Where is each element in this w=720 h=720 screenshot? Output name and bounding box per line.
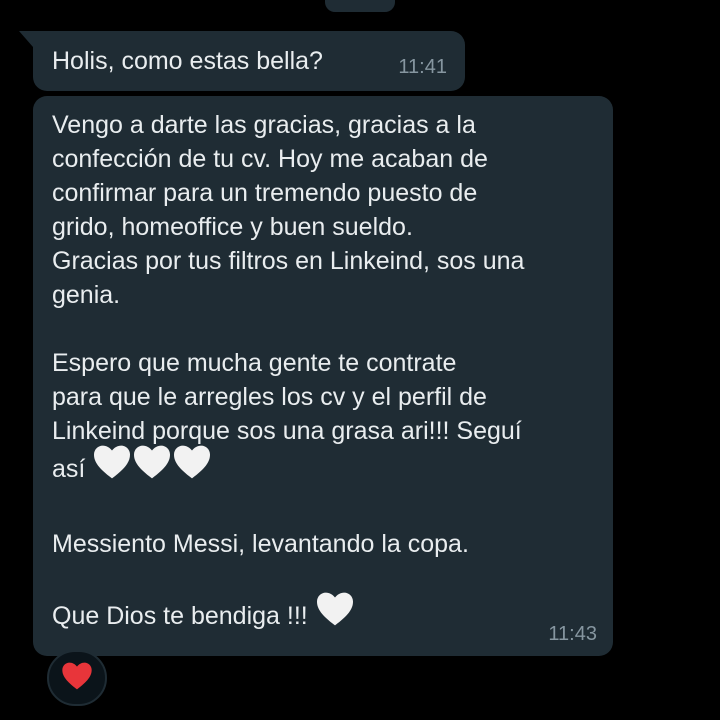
message-bubble-2[interactable]: Vengo a darte las gracias, gracias a la … bbox=[33, 96, 613, 656]
message-paragraph-3: Messiento Messi, levantando la copa. bbox=[52, 530, 469, 558]
white-heart-icon bbox=[172, 444, 212, 489]
message-bubble-1[interactable]: Holis, como estas bella? 11:41 bbox=[33, 31, 465, 91]
reaction-badge[interactable] bbox=[47, 650, 107, 706]
message-time: 11:43 bbox=[548, 623, 597, 645]
message-time: 11:41 bbox=[398, 56, 447, 78]
message-text: Holis, como estas bella? bbox=[52, 47, 323, 75]
red-heart-icon bbox=[61, 661, 93, 696]
message-paragraph-4: Que Dios te bendiga !!! bbox=[52, 602, 308, 631]
white-heart-icon bbox=[132, 444, 172, 489]
message-paragraph-1: Vengo a darte las gracias, gracias a la … bbox=[52, 111, 525, 309]
white-heart-icon bbox=[92, 444, 132, 489]
white-heart-icon bbox=[315, 591, 355, 636]
date-chip bbox=[325, 0, 395, 12]
bubble-tail bbox=[19, 31, 33, 47]
message-text: Vengo a darte las gracias, gracias a la … bbox=[52, 108, 602, 640]
